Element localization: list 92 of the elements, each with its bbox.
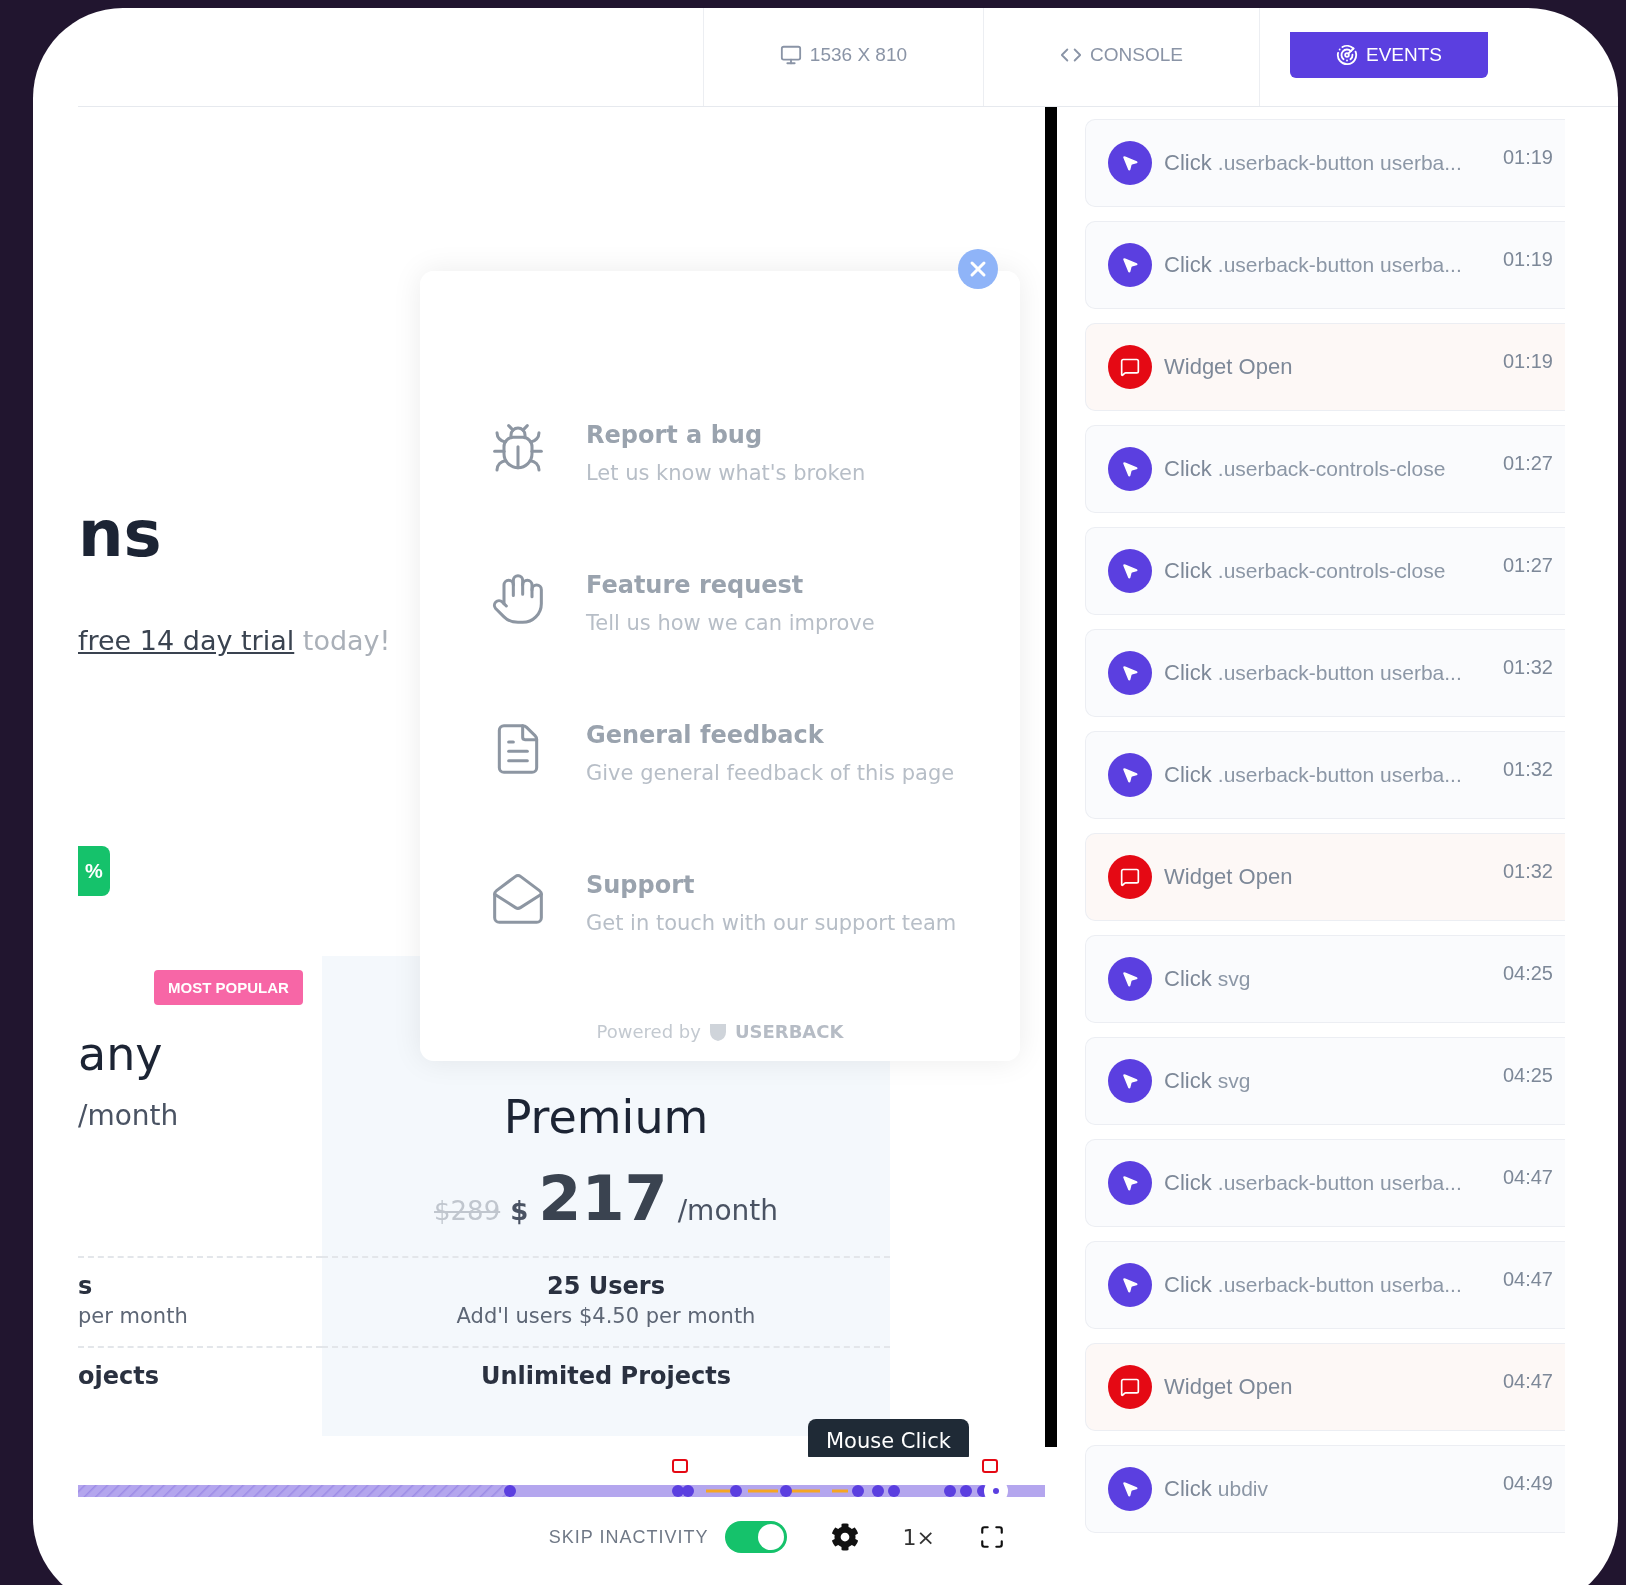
event-tooltip: Mouse Click [808,1419,969,1457]
brand-name: USERBACK [734,1021,844,1042]
pointer-icon [1108,651,1152,695]
event-time: 01:32 [1502,860,1553,883]
plan-name: any [78,1027,163,1081]
event-time: 04:49 [1502,1472,1553,1495]
projects-text: ojects [78,1362,159,1390]
event-time: 01:32 [1502,656,1553,679]
event-time: 01:27 [1502,554,1553,577]
price-period: /month [78,1099,179,1132]
price-amount: 217 [538,1162,668,1235]
users-count: 25 Users [547,1272,665,1300]
trial-link[interactable]: free 14 day trial [78,625,295,656]
projects-text: Unlimited Projects [481,1362,731,1390]
event-row[interactable]: Widget Open 04:47 [1085,1343,1565,1431]
event-time: 01:27 [1502,452,1553,475]
event-label: Widget Open [1164,1374,1294,1400]
skip-inactivity-label: SKIP INACTIVITY [548,1526,709,1548]
event-row[interactable]: Click .userback-button userba... 01:32 [1085,731,1565,819]
event-label: Click svg [1164,966,1252,992]
widget-option[interactable]: Feature request Tell us how we can improve [490,571,1020,721]
fullscreen-button[interactable] [979,1524,1005,1550]
users-note: per month [78,1304,188,1328]
event-row[interactable]: Click .userback-button userba... 01:19 [1085,221,1565,309]
pointer-icon [1108,549,1152,593]
envelope-icon [490,871,546,927]
toolbar-tab[interactable]: EVENTS [1258,8,1518,106]
users-count: s [78,1272,93,1300]
chat-icon [1108,855,1152,899]
event-label: Click .userback-button userba... [1164,660,1463,686]
event-label: Click ubdiv [1164,1476,1269,1502]
event-label: Click .userback-button userba... [1164,1272,1463,1298]
pointer-icon [1108,1263,1152,1307]
event-row[interactable]: Click .userback-button userba... 04:47 [1085,1139,1565,1227]
event-time: 04:25 [1502,1064,1553,1087]
event-label: Click .userback-controls-close [1164,558,1447,584]
pointer-icon [1108,1161,1152,1205]
event-label: Click svg [1164,1068,1252,1094]
plan-name: Premium [503,1090,709,1144]
toolbar-tab[interactable]: 1536 X 810 [702,8,984,106]
speed-button[interactable]: 1× [902,1524,935,1550]
pointer-icon [1108,141,1152,185]
event-time: 04:47 [1502,1268,1553,1291]
page-heading: ns [78,497,162,571]
hand-icon [490,571,546,627]
event-row[interactable]: Click .userback-controls-close 01:27 [1085,425,1565,513]
widget-option[interactable]: Support Get in touch with our support team [490,871,1020,1021]
widget-option[interactable]: Report a bug Let us know what's broken [490,421,1020,571]
event-row[interactable]: Click svg 04:25 [1085,935,1565,1023]
event-row[interactable]: Click svg 04:25 [1085,1037,1565,1125]
event-row[interactable]: Click .userback-button userba... 04:47 [1085,1241,1565,1329]
event-time: 01:19 [1502,146,1553,169]
pointer-icon [1108,753,1152,797]
event-row[interactable]: Click .userback-controls-close 01:27 [1085,527,1565,615]
event-label: Widget Open [1164,864,1294,890]
event-row[interactable]: Widget Open 01:19 [1085,323,1565,411]
pointer-icon [1108,1467,1152,1511]
monitor-icon [779,44,802,66]
event-time: 01:19 [1502,350,1553,373]
event-time: 04:47 [1502,1166,1553,1189]
powered-by-text: Powered by [596,1021,701,1042]
event-row[interactable]: Click ubdiv 04:49 [1085,1445,1565,1533]
event-row[interactable]: Click .userback-button userba... 01:19 [1085,119,1565,207]
radar-icon [1335,44,1358,66]
popular-badge: MOST POPULAR [154,970,303,1005]
event-row[interactable]: Click .userback-button userba... 01:32 [1085,629,1565,717]
toolbar-tab[interactable]: CONSOLE [983,8,1259,106]
pointer-icon [1108,447,1152,491]
discount-badge: % [78,846,110,896]
event-label: Click .userback-button userba... [1164,1170,1463,1196]
event-label: Click .userback-button userba... [1164,252,1463,278]
event-time: 01:32 [1502,758,1553,781]
users-note: Add'l users $4.50 per month [456,1304,756,1328]
pointer-icon [1108,1059,1152,1103]
event-label: Click .userback-button userba... [1164,150,1463,176]
event-row[interactable]: Widget Open 01:32 [1085,833,1565,921]
chat-icon [1108,1365,1152,1409]
pointer-icon [1108,957,1152,1001]
event-time: 01:19 [1502,248,1553,271]
chat-icon [1108,345,1152,389]
skip-inactivity-toggle[interactable] [724,1521,787,1553]
event-time: 04:47 [1502,1370,1553,1393]
event-time: 04:25 [1502,962,1553,985]
widget-option[interactable]: General feedback Give general feedback of this page [490,721,1020,871]
shield-icon [708,1021,727,1042]
pointer-icon [1108,243,1152,287]
event-label: Widget Open [1164,354,1294,380]
event-label: Click .userback-controls-close [1164,456,1447,482]
event-label: Click .userback-button userba... [1164,762,1463,788]
currency-sign: $ [510,1196,529,1226]
price-period: /month [677,1194,778,1227]
settings-button[interactable] [830,1523,859,1551]
